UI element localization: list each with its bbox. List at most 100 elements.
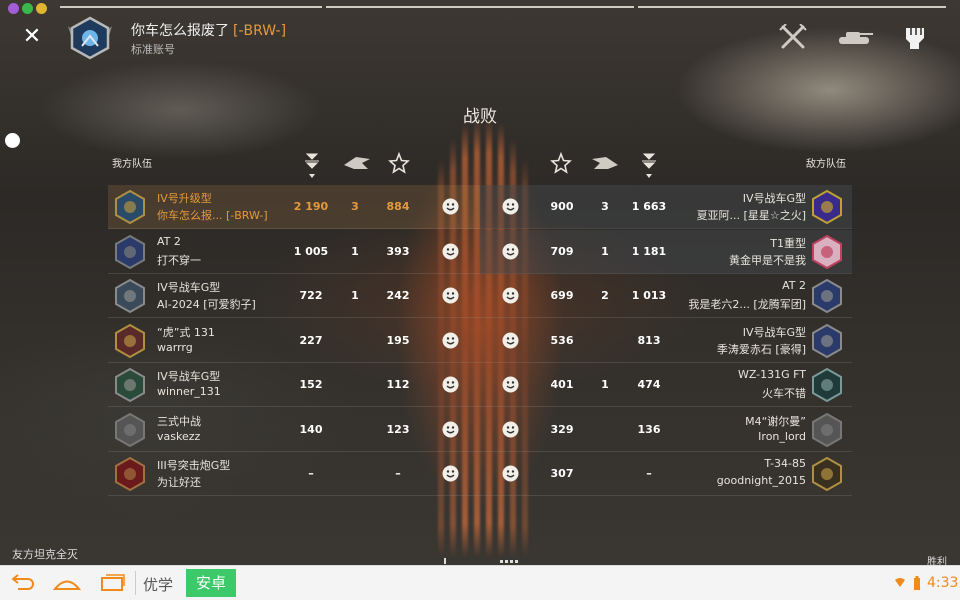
ally-emote-icon[interactable] — [442, 243, 459, 260]
enemy-tank-name: IV号战车G型 — [742, 325, 806, 339]
enemy-damage: 813 — [637, 333, 661, 347]
enemy-xp: 536 — [550, 333, 574, 347]
enemy-player-name: 季涛爱赤石 [豪得] — [716, 342, 806, 356]
enemy-tank-emblem-icon — [812, 323, 842, 358]
enemy-xp: 307 — [550, 467, 574, 480]
android-navbar: 优学 安卓 4:33 — [0, 565, 960, 600]
enemy-damage: 136 — [637, 422, 661, 436]
ally-tank-emblem-icon — [115, 234, 145, 269]
ally-player-name: 你车怎么报... [-BRW-] — [157, 209, 268, 222]
enemy-player-name: 我是老六2... [龙腾军团] — [688, 298, 806, 311]
enemy-damage-sort-icon[interactable] — [638, 151, 660, 179]
enemy-player-name: Iron_lord — [758, 429, 806, 443]
back-icon[interactable] — [8, 572, 36, 594]
ally-emote-icon[interactable] — [442, 421, 459, 438]
fist-icon[interactable] — [898, 24, 934, 50]
ally-xp: 123 — [386, 422, 410, 436]
navbar-divider — [135, 571, 136, 595]
ally-player-name: warrrg — [157, 340, 193, 354]
enemy-kills: 1 — [601, 244, 609, 258]
enemy-emote-icon[interactable] — [502, 243, 519, 260]
ally-emote-icon[interactable] — [442, 332, 459, 349]
player-name: 你车怎么报废了 [-BRW-] — [131, 23, 287, 39]
ally-tank-name: IV号战车G型 — [157, 281, 221, 294]
ally-player-name: winner_131 — [157, 385, 221, 398]
ally-xp: – — [395, 467, 401, 480]
scoreboard-row: IV号升级型 你车怎么报... [-BRW-] IV号战车G型 夏亚阿... [星星☆… — [108, 185, 852, 229]
ally-emote-icon[interactable] — [442, 376, 459, 393]
ally-player-name: vaskezz — [157, 429, 201, 443]
enemy-emote-icon[interactable] — [502, 421, 519, 438]
status-dots — [8, 3, 47, 14]
youxue-button[interactable]: 优学 — [143, 574, 173, 595]
enemy-emote-icon[interactable] — [502, 332, 519, 349]
scoreboard-row: AT 2 打不穿一 T1重型 黄金甲是不是我 1 005 1 393 709 1 1 181 — [108, 229, 852, 274]
enemy-tank-emblem-icon — [812, 190, 842, 224]
rank-emblem-icon — [68, 16, 112, 60]
enemy-tank-emblem-icon — [812, 279, 842, 313]
close-button[interactable]: ✕ — [20, 26, 44, 50]
recent-apps-icon[interactable] — [98, 572, 126, 594]
enemy-damage: 474 — [637, 378, 661, 391]
enemy-tank-emblem-icon — [812, 368, 842, 402]
wifi-icon — [895, 578, 905, 587]
enemy-kills: 2 — [601, 289, 609, 302]
kills-icon — [344, 157, 370, 169]
ally-damage: 1 005 — [293, 244, 329, 258]
loading-bars — [0, 3, 960, 9]
ally-tank-emblem-icon — [115, 279, 145, 313]
enemy-tank-name: WZ-131G FT — [737, 368, 806, 381]
ally-tank-name: 三式中战 — [157, 414, 201, 428]
enemy-emote-icon[interactable] — [502, 465, 519, 482]
my-team-label: 我方队伍 — [112, 159, 152, 170]
ally-tank-emblem-icon — [115, 190, 145, 224]
battery-icon — [914, 576, 920, 590]
enemy-tank-emblem-icon — [812, 234, 842, 269]
ally-tank-emblem-icon — [115, 412, 145, 447]
enemy-damage: 1 663 — [631, 200, 667, 213]
damage-sort-icon[interactable] — [301, 151, 323, 179]
enemy-tank-name: IV号战车G型 — [742, 192, 806, 205]
enemy-damage: – — [646, 467, 652, 480]
enemy-tank-emblem-icon — [812, 412, 842, 447]
scoreboard-row: IV号战车G型 AI-2024 [可爱豹子] AT 2 我是老六2... [龙腾军团]… — [108, 274, 852, 318]
enemy-tank-name: M4“谢尔曼” — [745, 414, 806, 428]
ally-player-name: 打不穿一 — [157, 253, 201, 267]
enemy-emote-icon[interactable] — [502, 376, 519, 393]
ally-xp: 884 — [386, 200, 410, 213]
account-type: 标准账号 — [131, 43, 175, 56]
ally-damage: 227 — [299, 333, 323, 347]
ally-player-name: AI-2024 [可爱豹子] — [157, 298, 256, 311]
crossed-swords-icon[interactable] — [775, 24, 811, 50]
enemy-kills-icon — [592, 157, 618, 169]
ally-player-name: 为让好还 — [157, 476, 201, 489]
enemy-player-name: 火车不错 — [762, 387, 806, 400]
ally-xp: 242 — [386, 289, 410, 302]
home-icon[interactable] — [53, 572, 81, 594]
ally-xp: 112 — [386, 378, 410, 391]
battle-result-title: 战败 — [463, 107, 497, 127]
ally-emote-icon[interactable] — [442, 198, 459, 215]
ally-tank-name: IV号战车G型 — [157, 370, 221, 383]
enemy-emote-icon[interactable] — [502, 198, 519, 215]
ally-emote-icon[interactable] — [442, 465, 459, 482]
enemy-emote-icon[interactable] — [502, 287, 519, 304]
tank-icon[interactable] — [837, 24, 873, 50]
enemy-damage: 1 013 — [631, 289, 667, 302]
ally-tank-emblem-icon — [115, 457, 145, 491]
anzhuo-button[interactable]: 安卓 — [186, 569, 236, 597]
enemy-player-name: goodnight_2015 — [716, 474, 806, 487]
scoreboard-row: “虎”式 131 warrrg IV号战车G型 季涛爱赤石 [豪得] 227 195 536… — [108, 319, 852, 363]
ally-damage: 722 — [299, 289, 323, 302]
ally-damage: 2 190 — [293, 200, 329, 213]
side-drawer-handle[interactable] — [5, 133, 20, 148]
enemy-kills: 3 — [601, 200, 609, 213]
enemy-kills: 1 — [601, 378, 609, 391]
ally-xp: 393 — [386, 244, 410, 258]
replay-controls-icon[interactable] — [442, 556, 522, 564]
enemy-player-name: 夏亚阿... [星星☆之火] — [696, 209, 806, 222]
ally-tank-name: AT 2 — [157, 234, 181, 248]
ally-emote-icon[interactable] — [442, 287, 459, 304]
ally-xp: 195 — [386, 333, 410, 347]
xp-star-icon — [388, 151, 410, 174]
